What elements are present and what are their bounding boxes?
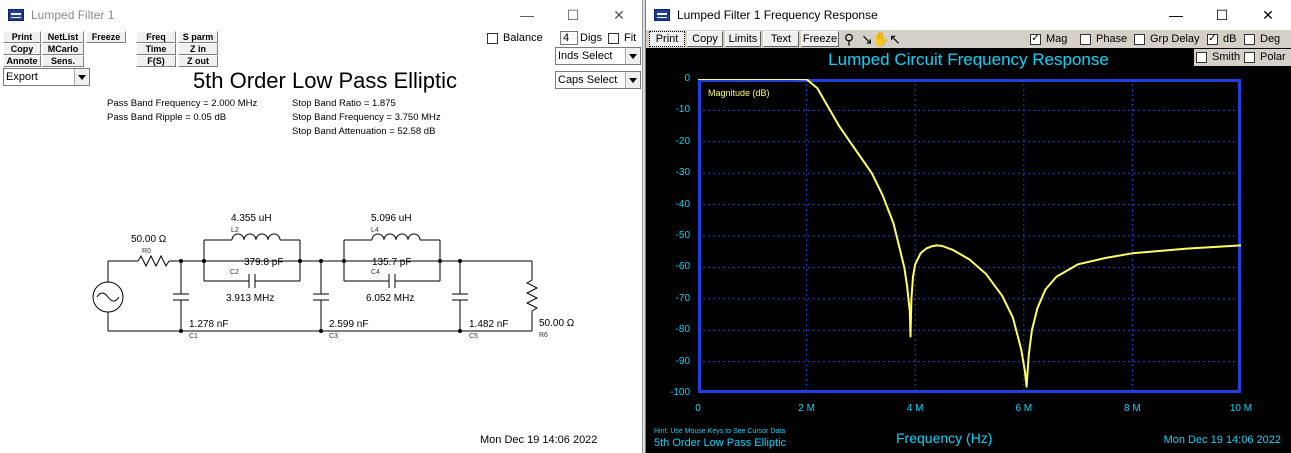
c2-value[interactable]: 379.8 pF: [244, 257, 283, 268]
x-tick-label: 10 M: [1229, 403, 1253, 414]
c5-value[interactable]: 1.482 nF: [469, 319, 508, 330]
cursor-hint: Hint: Use Mouse Keys to See Cursor Data: [654, 428, 786, 435]
inductor-l2-icon: [231, 233, 281, 241]
y-tick-label: -90: [675, 355, 690, 367]
l2-value[interactable]: 4.355 uH: [231, 213, 272, 224]
c2-resonance: 3.913 MHz: [226, 293, 275, 304]
right-window-title: Lumped Filter 1 Frequency Response: [677, 8, 878, 22]
db-checkbox[interactable]: ✓ dB: [1207, 33, 1236, 45]
c4-resonance: 6.052 MHz: [366, 293, 415, 304]
c1-name: C1: [189, 333, 198, 340]
minimize-icon[interactable]: —: [1153, 0, 1199, 30]
y-tick-label: -30: [675, 167, 690, 179]
deg-label: Deg: [1260, 33, 1281, 45]
r0-value[interactable]: 50.00 Ω: [131, 234, 166, 245]
inductor-l4-icon: [371, 233, 421, 241]
c3-value[interactable]: 2.599 nF: [329, 319, 368, 330]
c5-name: C5: [469, 333, 478, 340]
checkbox-box: ✓: [1207, 33, 1218, 45]
x-tick-label: 8 M: [1124, 403, 1141, 414]
x-tick-label: 0: [695, 403, 701, 414]
y-tick-label: 0: [684, 73, 690, 84]
resistor-r0-icon: [137, 254, 170, 268]
deg-checkbox[interactable]: Deg: [1244, 33, 1280, 45]
c1-value[interactable]: 1.278 nF: [189, 319, 228, 330]
right-titlebar: Lumped Filter 1 Frequency Response — ☐ ✕: [646, 0, 1291, 30]
mag-label: Mag: [1046, 33, 1068, 45]
copy-button[interactable]: Copy: [687, 31, 723, 47]
checkbox-box: [1080, 33, 1091, 45]
db-label: dB: [1223, 33, 1237, 45]
sine-wave-icon: [96, 292, 120, 302]
limits-button[interactable]: Limits: [725, 31, 761, 47]
r6-value[interactable]: 50.00 Ω: [539, 318, 574, 329]
l4-name: L4: [371, 227, 379, 234]
y-tick-label: -20: [675, 135, 690, 147]
checkbox-box: [1244, 33, 1255, 45]
r0-name: R0: [142, 248, 151, 255]
y-tick-label: -80: [675, 324, 690, 336]
print-button[interactable]: Print: [649, 31, 685, 47]
resistor-r6-icon: [525, 279, 539, 312]
magnitude-series-line: [698, 79, 1241, 388]
frequency-response-window: Lumped Filter 1 Frequency Response — ☐ ✕…: [645, 0, 1291, 453]
y-tick-label: -50: [675, 230, 690, 241]
app-icon: [654, 9, 670, 21]
x-axis-label: Frequency (Hz): [896, 430, 993, 446]
checkbox-box: ✓: [1030, 33, 1041, 45]
freeze-button[interactable]: Freeze: [801, 31, 839, 47]
left-timestamp: Mon Dec 19 14:06 2022: [480, 434, 598, 446]
grp-delay-checkbox[interactable]: Grp Delay: [1134, 33, 1200, 45]
y-tick-label: -40: [675, 198, 690, 210]
plot-title: Lumped Circuit Frequency Response: [828, 50, 1109, 69]
c2-name: C2: [230, 269, 239, 276]
l2-name: L2: [231, 227, 239, 234]
y-tick-label: -70: [675, 292, 690, 304]
zoom-icon[interactable]: ⚲: [840, 31, 858, 48]
y-tick-label: -10: [675, 104, 690, 116]
phase-checkbox[interactable]: Phase: [1080, 33, 1127, 45]
l4-value[interactable]: 5.096 uH: [371, 213, 412, 224]
c4-value[interactable]: 135.7 pF: [372, 257, 411, 268]
y-tick-label: -100: [669, 387, 690, 398]
grp-delay-label: Grp Delay: [1150, 33, 1200, 45]
text-button[interactable]: Text: [763, 31, 799, 47]
mag-checkbox[interactable]: ✓ Mag: [1030, 33, 1067, 45]
c4-name: C4: [371, 269, 380, 276]
phase-label: Phase: [1096, 33, 1128, 45]
bottom-filter-title: 5th Order Low Pass Elliptic: [654, 437, 787, 449]
frequency-response-chart: [698, 79, 1241, 393]
legend-magnitude: Magnitude (dB): [708, 88, 770, 98]
c3-name: C3: [329, 333, 338, 340]
schematic-diagram: [92, 233, 539, 333]
pointer-icon[interactable]: ↖: [886, 31, 904, 48]
schematic-window: Lumped Filter 1 — ☐ ✕ Print NetList Free…: [0, 0, 643, 453]
y-tick-label: -60: [675, 261, 690, 273]
x-tick-label: 4 M: [906, 403, 924, 414]
close-icon[interactable]: ✕: [1245, 0, 1291, 30]
x-tick-label: 6 M: [1015, 403, 1033, 414]
r6-name: R6: [539, 332, 548, 339]
maximize-icon[interactable]: ☐: [1199, 0, 1245, 30]
plot-toolbar: Print Copy Limits Text Freeze ⚲ ↘ ✋ ↖ ✓ …: [646, 30, 1291, 48]
checkbox-box: [1134, 33, 1145, 45]
x-tick-label: 2 M: [798, 403, 815, 414]
right-timestamp: Mon Dec 19 14:06 2022: [1163, 434, 1281, 446]
